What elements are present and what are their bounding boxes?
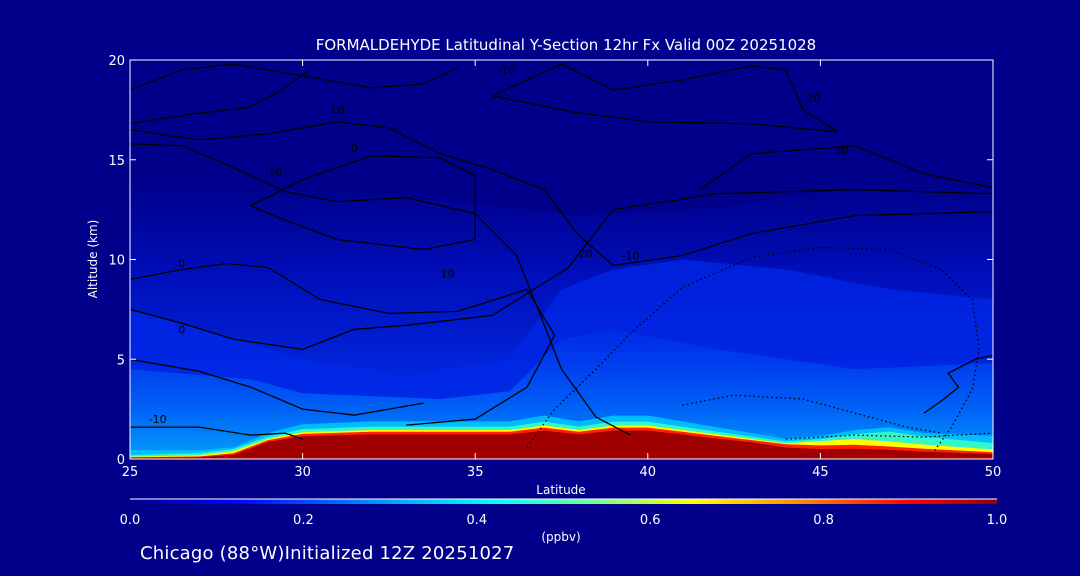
contour-label: 0: [178, 323, 185, 336]
y-tick-label: 15: [108, 154, 125, 169]
contour-label: -10: [497, 64, 515, 77]
colorbar-tick-label: 1.0: [987, 513, 1008, 528]
contour-label: 20: [579, 248, 593, 261]
concentration-field: [130, 175, 993, 459]
x-tick-label: 45: [812, 465, 829, 480]
contour-label: 10: [268, 166, 282, 179]
contour-label: 0: [178, 258, 185, 271]
x-tick-label: 40: [640, 465, 657, 480]
y-tick-label: 5: [117, 353, 125, 368]
colorbar-tick-label: 0.6: [640, 513, 661, 528]
x-tick-label: 35: [467, 465, 484, 480]
y-axis-label: Altitude (km): [86, 220, 100, 299]
y-tick-label: 20: [108, 54, 125, 69]
x-tick-label: 25: [122, 465, 139, 480]
run-info-footer: Chicago (88°W)Initialized 12Z 20251027: [140, 543, 515, 564]
colorbar-tick-label: 0.4: [466, 513, 487, 528]
colorbar-tick-label: 0.8: [813, 513, 834, 528]
contour-label: -10: [149, 413, 167, 426]
plot-area: 10 0 -10 20 30 10 0 10 20 -10 0 -10: [130, 60, 993, 459]
contour-label: 30: [834, 144, 848, 157]
colorbar-ticks: 0.0 0.2 0.4 0.6 0.8 1.0: [120, 513, 1008, 528]
chart-title: FORMALDEHYDE Latitudinal Y-Section 12hr …: [316, 36, 816, 54]
colorbar-gradient: [130, 499, 997, 504]
contour-label: 20: [807, 92, 821, 105]
contour-label: 10: [330, 104, 344, 117]
colorbar-tick-label: 0.0: [120, 513, 141, 528]
colorbar: 0.0 0.2 0.4 0.6 0.8 1.0 (ppbv): [120, 498, 1008, 544]
y-tick-label: 10: [108, 254, 125, 269]
x-tick-label: 30: [294, 465, 311, 480]
colorbar-tick-label: 0.2: [293, 513, 314, 528]
colorbar-unit-label: (ppbv): [541, 530, 580, 544]
chart: FORMALDEHYDE Latitudinal Y-Section 12hr …: [86, 36, 1008, 544]
contour-label: 10: [441, 268, 455, 281]
contour-label: 0: [351, 142, 358, 155]
x-axis-label: Latitude: [536, 483, 585, 497]
contour-label: -10: [622, 250, 640, 263]
x-tick-label: 50: [985, 465, 1002, 480]
